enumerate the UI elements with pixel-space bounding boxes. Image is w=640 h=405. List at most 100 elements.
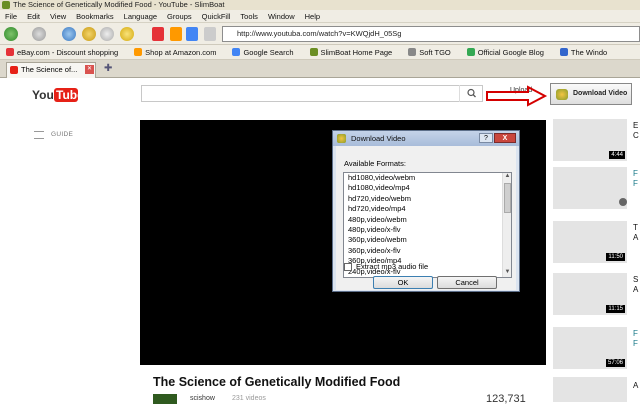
extract-mp3-label[interactable]: Extract mp3 audio file xyxy=(356,262,428,271)
listbox-scrollbar[interactable]: ▲ ▼ xyxy=(502,173,511,277)
menu-edit[interactable]: Edit xyxy=(22,12,45,21)
clock-icon xyxy=(619,198,627,206)
download-video-button[interactable]: Download Video xyxy=(550,83,632,105)
format-option[interactable]: hd720,video/webm xyxy=(344,194,511,204)
channel-avatar[interactable] xyxy=(153,394,177,404)
menu-file[interactable]: File xyxy=(0,12,22,21)
bookmark-slimboat[interactable]: SlimBoat Home Page xyxy=(309,48,392,57)
related-video-thumb[interactable]: 4:44 xyxy=(553,119,627,161)
tab-close-icon[interactable]: ✕ xyxy=(85,65,94,74)
bookmark-amazon[interactable]: Shop at Amazon.com xyxy=(134,48,216,57)
channel-name[interactable]: scishow xyxy=(190,395,215,402)
reload-icon[interactable] xyxy=(62,27,76,41)
toolbar-extra-icon[interactable] xyxy=(204,27,216,41)
bookmark-google-blog[interactable]: Official Google Blog xyxy=(466,48,544,57)
windows-bookmark-icon xyxy=(559,48,568,56)
slimboat-bookmark-icon xyxy=(309,48,318,56)
video-title: The Science of Genetically Modified Food xyxy=(153,375,401,389)
magnifier-icon xyxy=(467,88,476,98)
menu-view[interactable]: View xyxy=(45,12,71,21)
tab-strip: The Science of... ✕ ✚ xyxy=(0,60,640,78)
new-tab-icon[interactable]: ✚ xyxy=(104,63,112,74)
scroll-thumb[interactable] xyxy=(504,183,511,213)
format-option[interactable]: hd1080,video/webm xyxy=(344,173,511,183)
related-video-title[interactable]: SA xyxy=(633,275,638,295)
format-option[interactable]: 360p,video/webm xyxy=(344,235,511,245)
red-arrow-annotation-icon xyxy=(486,85,548,107)
menu-groups[interactable]: Groups xyxy=(162,12,197,21)
related-video-thumb[interactable] xyxy=(553,167,627,209)
related-video-thumb[interactable]: 57:06 xyxy=(553,327,627,369)
youtube-page: You Tube Upload Download Video GUIDE 4:4… xyxy=(0,79,640,405)
guide-label[interactable]: GUIDE xyxy=(51,131,73,138)
format-option[interactable]: hd720,video/mp4 xyxy=(344,204,511,214)
ebay-icon[interactable] xyxy=(152,27,164,41)
bookmark-ebay[interactable]: eBay.com - Discount shopping xyxy=(6,48,118,57)
browser-tab[interactable]: The Science of... ✕ xyxy=(6,62,96,78)
address-bar[interactable]: http://www.youtuba.com/watch?v=KWQjdH_05… xyxy=(222,26,640,42)
related-video-thumb[interactable]: 11:15 xyxy=(553,273,627,315)
youtube-logo[interactable]: You Tube xyxy=(32,85,80,105)
available-formats-label: Available Formats: xyxy=(344,159,406,168)
navigation-toolbar: http://www.youtuba.com/watch?v=KWQjdH_05… xyxy=(0,23,640,45)
bookmarks-bar: eBay.com - Discount shopping Shop at Ama… xyxy=(0,45,640,60)
extract-mp3-checkbox[interactable] xyxy=(344,263,352,271)
ok-button[interactable]: OK xyxy=(373,276,433,289)
menu-quickfill[interactable]: QuickFill xyxy=(197,12,236,21)
format-option[interactable]: hd1080,video/mp4 xyxy=(344,183,511,193)
format-option[interactable]: 360p,video/x-flv xyxy=(344,246,511,256)
download-video-dialog: Download Video ? X Available Formats: hd… xyxy=(332,130,520,292)
format-option[interactable]: 480p,video/x-flv xyxy=(344,225,511,235)
menu-language[interactable]: Language xyxy=(119,12,162,21)
related-video-title[interactable]: FF xyxy=(633,329,638,349)
google-bookmark-icon xyxy=(232,48,241,56)
view-count: 123,731 xyxy=(486,393,526,405)
dialog-body: Available Formats: hd1080,video/webm hd1… xyxy=(336,146,516,290)
bookmark-soft-tgo[interactable]: Soft TGO xyxy=(408,48,451,57)
menu-window[interactable]: Window xyxy=(263,12,300,21)
menu-bar: File Edit View Bookmarks Language Groups… xyxy=(0,10,640,23)
menu-help[interactable]: Help xyxy=(300,12,325,21)
window-titlebar: The Science of Genetically Modified Food… xyxy=(0,0,640,10)
forward-icon[interactable] xyxy=(32,27,46,41)
related-video-title[interactable]: TA xyxy=(633,223,638,243)
ebay-bookmark-icon xyxy=(6,48,14,56)
slimboat-app-icon xyxy=(2,1,10,9)
youtube-search-input[interactable] xyxy=(141,85,483,102)
dialog-app-icon xyxy=(337,134,346,143)
menu-tools[interactable]: Tools xyxy=(235,12,263,21)
format-option[interactable]: 480p,video/webm xyxy=(344,215,511,225)
svg-text:Tube: Tube xyxy=(56,88,80,102)
dialog-close-button[interactable]: X xyxy=(494,133,516,143)
search-icon[interactable] xyxy=(100,27,114,41)
menu-bookmarks[interactable]: Bookmarks xyxy=(71,12,119,21)
bookmark-google-search[interactable]: Google Search xyxy=(232,48,294,57)
download-video-label: Download Video xyxy=(573,90,628,97)
cancel-button[interactable]: Cancel xyxy=(437,276,497,289)
related-video-thumb[interactable] xyxy=(553,377,627,402)
related-video-title[interactable]: EC xyxy=(633,121,639,141)
bookmark-windows[interactable]: The Windo xyxy=(559,48,607,57)
amazon-bookmark-icon xyxy=(134,48,143,56)
googleblog-bookmark-icon xyxy=(466,48,475,56)
google-icon[interactable] xyxy=(186,27,198,41)
back-icon[interactable] xyxy=(4,27,18,41)
scroll-up-icon[interactable]: ▲ xyxy=(504,173,511,181)
favorites-star-icon[interactable] xyxy=(120,27,134,41)
window-title: The Science of Genetically Modified Food… xyxy=(13,0,225,9)
guide-menu-icon[interactable] xyxy=(34,131,44,139)
amazon-icon[interactable] xyxy=(170,27,182,41)
related-video-thumb[interactable]: 11:50 xyxy=(553,221,627,263)
youtube-favicon xyxy=(10,66,18,74)
url-text: http://www.youtuba.com/watch?v=KWQjdH_05… xyxy=(237,29,402,38)
dialog-title: Download Video xyxy=(351,134,406,143)
related-video-title[interactable]: FF xyxy=(633,169,638,189)
related-video-title[interactable]: A xyxy=(633,381,638,391)
youtube-search-button[interactable] xyxy=(459,85,483,102)
tab-label: The Science of... xyxy=(21,65,78,74)
svg-text:You: You xyxy=(32,88,54,102)
home-icon[interactable] xyxy=(82,27,96,41)
download-video-icon xyxy=(556,89,568,100)
scroll-down-icon[interactable]: ▼ xyxy=(504,269,511,277)
dialog-help-button[interactable]: ? xyxy=(479,133,493,143)
